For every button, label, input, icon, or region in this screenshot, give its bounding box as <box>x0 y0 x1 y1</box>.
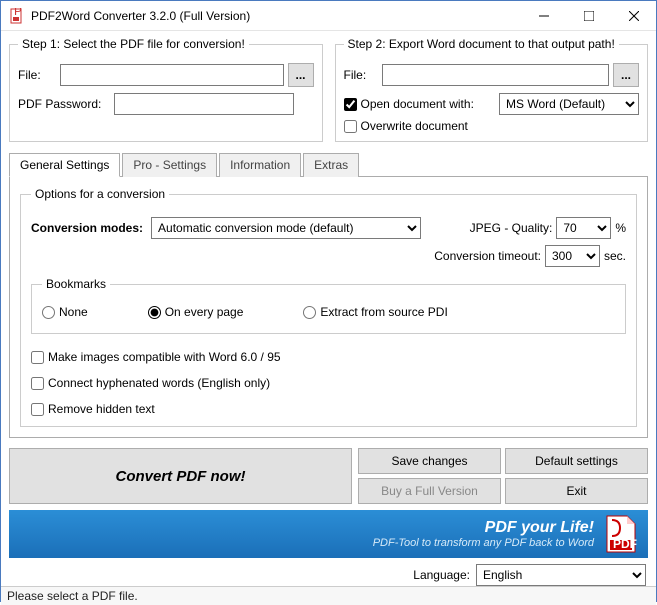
tab-information[interactable]: Information <box>219 153 301 177</box>
minimize-button[interactable] <box>521 1 566 30</box>
options-legend: Options for a conversion <box>31 187 169 201</box>
svg-text:PDF: PDF <box>613 537 637 551</box>
bookmarks-every-page[interactable]: On every page <box>148 305 244 319</box>
pdf-password-input[interactable] <box>114 93 294 115</box>
pdf-file-input[interactable] <box>60 64 284 86</box>
jpeg-unit: % <box>615 221 626 235</box>
tab-body: Options for a conversion Conversion mode… <box>9 177 648 438</box>
pdf-password-label: PDF Password: <box>18 97 110 111</box>
timeout-label: Conversion timeout: <box>434 249 541 263</box>
jpeg-quality-select[interactable]: 70 <box>556 217 611 239</box>
open-with-label: Open document with: <box>361 97 474 111</box>
language-select[interactable]: English <box>476 564 646 586</box>
open-with-checkbox[interactable] <box>344 98 357 111</box>
bookmarks-none[interactable]: None <box>42 305 88 319</box>
titlebar: P PDF2Word Converter 3.2.0 (Full Version… <box>1 1 656 31</box>
exit-button[interactable]: Exit <box>505 478 648 504</box>
options-group: Options for a conversion Conversion mode… <box>20 187 637 427</box>
browse-out-button[interactable]: ... <box>613 63 639 87</box>
default-settings-button[interactable]: Default settings <box>505 448 648 474</box>
open-with-select[interactable]: MS Word (Default) <box>499 93 639 115</box>
jpeg-quality-label: JPEG - Quality: <box>470 221 553 235</box>
overwrite-checkbox[interactable] <box>344 120 357 133</box>
tabs: General Settings Pro - Settings Informat… <box>9 152 648 177</box>
images-compat-checkbox-row[interactable]: Make images compatible with Word 6.0 / 9… <box>31 350 626 364</box>
images-compat-checkbox[interactable] <box>31 351 44 364</box>
tab-extras[interactable]: Extras <box>303 153 359 177</box>
save-changes-button[interactable]: Save changes <box>358 448 501 474</box>
browse-pdf-button[interactable]: ... <box>288 63 314 87</box>
banner-title: PDF your Life! <box>373 519 594 537</box>
svg-text:P: P <box>14 8 22 18</box>
tab-pro[interactable]: Pro - Settings <box>122 153 217 177</box>
conversion-modes-label: Conversion modes: <box>31 221 143 235</box>
file-label: File: <box>18 68 56 82</box>
close-button[interactable] <box>611 1 656 30</box>
tab-general[interactable]: General Settings <box>9 153 120 177</box>
out-file-input[interactable] <box>382 64 610 86</box>
hidden-text-checkbox-row[interactable]: Remove hidden text <box>31 402 626 416</box>
step2-legend: Step 2: Export Word document to that out… <box>344 37 619 51</box>
hyphen-checkbox-row[interactable]: Connect hyphenated words (English only) <box>31 376 626 390</box>
hidden-text-checkbox[interactable] <box>31 403 44 416</box>
status-bar: Please select a PDF file. <box>1 586 656 605</box>
pdf-icon: PDF <box>604 514 638 554</box>
buy-full-version-button[interactable]: Buy a Full Version <box>358 478 501 504</box>
out-file-label: File: <box>344 68 378 82</box>
bookmarks-group: Bookmarks None On every page Extract fro… <box>31 277 626 334</box>
banner-subtitle: PDF-Tool to transform any PDF back to Wo… <box>373 537 594 549</box>
step1-group: Step 1: Select the PDF file for conversi… <box>9 37 323 142</box>
convert-button[interactable]: Convert PDF now! <box>9 448 352 504</box>
step2-group: Step 2: Export Word document to that out… <box>335 37 649 142</box>
conversion-modes-select[interactable]: Automatic conversion mode (default) <box>151 217 421 239</box>
language-label: Language: <box>413 568 470 582</box>
step1-legend: Step 1: Select the PDF file for conversi… <box>18 37 249 51</box>
overwrite-label: Overwrite document <box>361 119 468 133</box>
bookmarks-legend: Bookmarks <box>42 277 110 291</box>
window-title: PDF2Word Converter 3.2.0 (Full Version) <box>31 9 521 23</box>
bookmarks-extract[interactable]: Extract from source PDI <box>303 305 447 319</box>
maximize-button[interactable] <box>566 1 611 30</box>
app-icon: P <box>9 8 25 24</box>
hyphen-checkbox[interactable] <box>31 377 44 390</box>
timeout-unit: sec. <box>604 249 626 263</box>
timeout-select[interactable]: 300 <box>545 245 600 267</box>
banner: PDF your Life! PDF-Tool to transform any… <box>9 510 648 558</box>
